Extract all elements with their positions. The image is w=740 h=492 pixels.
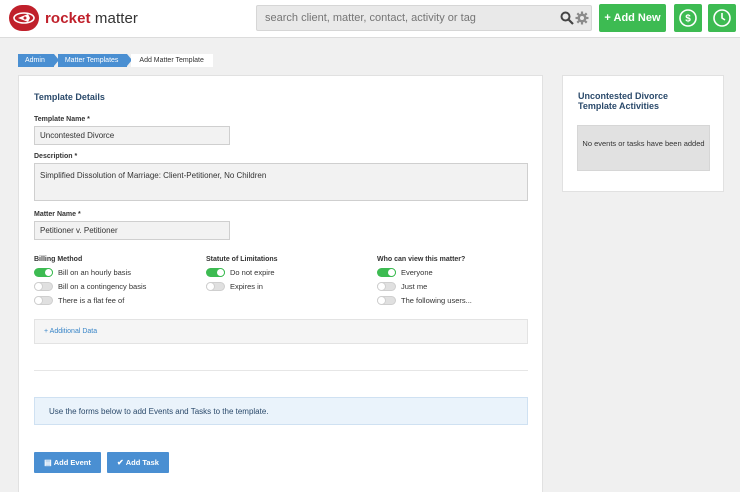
activities-title: Uncontested Divorce Template Activities <box>578 91 669 111</box>
visibility-label: Who can view this matter? <box>377 256 466 263</box>
check-icon: ✔ <box>117 458 124 467</box>
template-name-field[interactable]: Uncontested Divorce <box>34 126 230 145</box>
section-title: Template Details <box>34 92 105 102</box>
option-label: Bill on an hourly basis <box>58 268 131 277</box>
dollar-icon: $ <box>679 9 697 27</box>
template-activities-panel: Uncontested Divorce Template Activities … <box>562 75 724 192</box>
svg-text:$: $ <box>685 14 691 25</box>
breadcrumb-matter-templates[interactable]: Matter Templates <box>57 54 132 67</box>
search-icon[interactable] <box>560 11 574 25</box>
timer-button[interactable] <box>708 4 736 32</box>
divider <box>34 370 528 371</box>
billing-option-contingency[interactable]: Bill on a contingency basis <box>34 282 146 291</box>
option-label: Everyone <box>401 268 433 277</box>
breadcrumb-current: Add Matter Template <box>131 54 213 67</box>
statute-option-expires-in[interactable]: Expires in <box>206 282 263 291</box>
visibility-option-just-me[interactable]: Just me <box>377 282 427 291</box>
visibility-option-everyone[interactable]: Everyone <box>377 268 433 277</box>
top-bar: rocket matter + Add New $ <box>0 0 740 38</box>
breadcrumb-admin[interactable]: Admin <box>18 54 59 67</box>
toggle-switch[interactable] <box>34 282 53 291</box>
logo[interactable]: rocket matter <box>9 5 138 31</box>
clock-icon <box>713 9 731 27</box>
billing-option-flat-fee[interactable]: There is a flat fee of <box>34 296 124 305</box>
add-task-label: Add Task <box>125 458 159 467</box>
toggle-switch[interactable] <box>377 282 396 291</box>
option-label: There is a flat fee of <box>58 296 125 305</box>
toggle-switch[interactable] <box>34 296 53 305</box>
matter-name-field[interactable]: Petitioner v. Petitioner <box>34 221 230 240</box>
add-event-label: Add Event <box>53 458 91 467</box>
gear-icon[interactable] <box>575 11 589 25</box>
breadcrumb: Admin Matter Templates Add Matter Templa… <box>18 54 217 67</box>
logo-text: rocket matter <box>45 9 139 27</box>
toggle-switch[interactable] <box>377 268 396 277</box>
toggle-switch[interactable] <box>206 268 225 277</box>
description-label: Description * <box>34 153 78 160</box>
statute-option-no-expire[interactable]: Do not expire <box>206 268 275 277</box>
template-name-label: Template Name * <box>34 116 90 123</box>
search-input[interactable] <box>265 12 555 24</box>
add-event-button[interactable]: ▤ Add Event <box>34 452 101 473</box>
activities-empty-state: No events or tasks have been added <box>577 125 710 171</box>
add-task-button[interactable]: ✔ Add Task <box>107 452 169 473</box>
option-label: The following users... <box>401 296 472 305</box>
search-box[interactable] <box>256 5 592 31</box>
visibility-option-following-users[interactable]: The following users... <box>377 296 472 305</box>
additional-data-toggle[interactable]: + Additional Data <box>34 319 528 344</box>
toggle-switch[interactable] <box>34 268 53 277</box>
option-label: Bill on a contingency basis <box>58 282 147 291</box>
toggle-switch[interactable] <box>206 282 225 291</box>
option-label: Expires in <box>230 282 263 291</box>
toggle-switch[interactable] <box>377 296 396 305</box>
matter-name-label: Matter Name * <box>34 211 81 218</box>
billing-method-label: Billing Method <box>34 256 83 263</box>
description-field[interactable]: Simplified Dissolution of Marriage: Clie… <box>34 163 528 201</box>
billing-option-hourly[interactable]: Bill on an hourly basis <box>34 268 131 277</box>
template-details-panel: Template Details Template Name * Unconte… <box>18 75 543 492</box>
billing-button[interactable]: $ <box>674 4 702 32</box>
option-label: Just me <box>401 282 428 291</box>
calendar-icon: ▤ <box>44 458 52 467</box>
add-new-button[interactable]: + Add New <box>599 4 666 32</box>
option-label: Do not expire <box>230 268 275 277</box>
info-message: Use the forms below to add Events and Ta… <box>34 397 528 425</box>
statute-label: Statute of Limitations <box>206 256 278 263</box>
logo-icon <box>9 5 39 31</box>
